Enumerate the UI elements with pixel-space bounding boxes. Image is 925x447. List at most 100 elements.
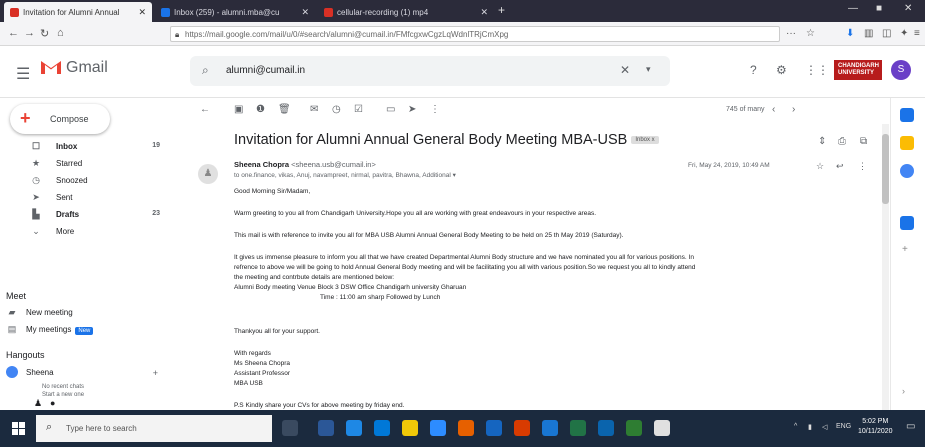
meet-new-meeting[interactable]: ▰ New meeting [0, 304, 182, 321]
mail-favicon-icon [161, 7, 170, 17]
word-app-icon[interactable] [318, 420, 334, 436]
sidebar-item-inbox[interactable]: ☐ Inbox 19 [0, 138, 182, 155]
compose-button[interactable]: + Compose [10, 104, 110, 134]
calendar-app-icon[interactable] [900, 108, 914, 122]
download-icon[interactable]: ⬇ [846, 28, 854, 39]
edge-app-icon[interactable] [346, 420, 362, 436]
sidebar-item-sent[interactable]: ➤ Sent [0, 189, 182, 206]
bookmark-star-icon[interactable]: ☆ [806, 28, 815, 39]
recipients-line[interactable]: to one.finance, vikas, Anuj, navampreet,… [234, 171, 456, 179]
newer-icon[interactable]: ‹ [772, 104, 775, 115]
star-icon[interactable]: ☆ [816, 161, 824, 172]
outlook-app-icon[interactable] [598, 420, 614, 436]
tray-chevron-icon[interactable]: ^ [794, 423, 797, 430]
print-icon[interactable]: ⎙ [838, 136, 846, 147]
powerpoint-app-icon[interactable] [514, 420, 530, 436]
add-on-plus-icon[interactable]: + [902, 244, 908, 255]
older-icon[interactable]: › [792, 104, 795, 115]
mark-unread-icon[interactable]: ✉ [310, 104, 318, 115]
sender-avatar: ♟ [198, 164, 218, 184]
more-options-icon[interactable]: ⋮ [858, 161, 867, 172]
forward-icon[interactable]: → [24, 27, 35, 39]
library-icon[interactable]: ▥ [864, 28, 873, 39]
support-icon[interactable]: ? [750, 63, 757, 77]
network-icon[interactable]: ▮ [808, 423, 812, 431]
firefox-app-icon[interactable] [458, 420, 474, 436]
apps-grid-icon[interactable]: ⋮⋮ [805, 63, 829, 77]
search-box[interactable]: ⌕ alumni@cumail.in ✕ ▾ [190, 56, 670, 86]
move-to-icon[interactable]: ▭ [386, 104, 395, 115]
reload-icon[interactable]: ↻ [40, 27, 49, 40]
app-icon[interactable] [654, 420, 670, 436]
gmail-logo-icon[interactable] [40, 58, 62, 75]
meet-my-meetings[interactable]: ▤ My meetings New [0, 321, 182, 338]
taskbar-clock[interactable]: 5:02 PM 10/11/2020 [858, 417, 893, 437]
expand-panel-icon[interactable]: › [902, 386, 905, 396]
browser-tab[interactable]: Inbox (259) - alumni.mba@cu ✕ [155, 2, 315, 22]
inbox-label-tag[interactable]: Inbox x [631, 136, 659, 145]
file-explorer-icon[interactable] [402, 420, 418, 436]
main-menu-icon[interactable]: ☰ [16, 64, 30, 84]
sidebar-item-snoozed[interactable]: ◷ Snoozed [0, 172, 182, 189]
scrollbar[interactable] [882, 124, 889, 410]
task-view-icon[interactable] [282, 420, 298, 436]
url-field[interactable]: 🔒︎ https://mail.google.com/mail/u/0/#sea… [170, 26, 780, 42]
home-icon[interactable]: ⌂ [57, 27, 64, 39]
taskbar-search-box[interactable]: ⌕ Type here to search [36, 415, 272, 442]
person-icon[interactable]: ♟ [34, 398, 42, 409]
excel-app-icon[interactable] [570, 420, 586, 436]
close-icon[interactable]: ✕ [480, 7, 488, 18]
sidebar-item-starred[interactable]: ★ Starred [0, 155, 182, 172]
clear-search-icon[interactable]: ✕ [620, 63, 630, 77]
add-task-icon[interactable]: ☑ [354, 104, 363, 115]
windows-start-icon[interactable] [12, 422, 26, 436]
back-icon[interactable]: ← [8, 27, 19, 39]
sender-name[interactable]: Sheena Chopra [234, 160, 289, 169]
snooze-icon[interactable]: ◷ [332, 104, 341, 115]
address-bar-row: ← → ↻ ⌂ 🔒︎ https://mail.google.com/mail/… [0, 22, 925, 46]
chrome-app-icon[interactable] [542, 420, 558, 436]
close-icon[interactable]: ✕ [138, 7, 146, 18]
new-tab-icon[interactable]: + [498, 3, 505, 17]
delete-icon[interactable]: 🗑︎ [278, 104, 291, 115]
sidebar-item-more[interactable]: ⌄ More [0, 223, 182, 240]
tasks-app-icon[interactable] [900, 164, 914, 178]
close-icon[interactable]: ✕ [301, 7, 309, 18]
search-input[interactable]: alumni@cumail.in [226, 65, 305, 76]
search-options-icon[interactable]: ▾ [646, 64, 651, 75]
expand-all-icon[interactable]: ⇕ [818, 136, 826, 147]
open-new-window-icon[interactable]: ⧉ [860, 136, 867, 147]
account-avatar[interactable]: S [891, 60, 911, 80]
scrollbar-thumb[interactable] [882, 134, 889, 204]
sidebar-icon[interactable]: ◫ [882, 28, 891, 39]
add-chat-icon[interactable]: + [153, 368, 158, 378]
minimize-icon[interactable]: — [848, 3, 858, 14]
more-options-icon[interactable]: ⋮ [430, 104, 440, 115]
back-to-search-icon[interactable]: ← [200, 104, 210, 115]
sidebar-item-drafts[interactable]: ▙ Drafts 23 [0, 206, 182, 223]
browser-tab[interactable]: cellular-recording (1) mp4 ✕ [318, 2, 494, 22]
keep-app-icon[interactable] [900, 136, 914, 150]
app-icon[interactable] [486, 420, 502, 436]
search-icon[interactable]: ⌕ [202, 63, 209, 78]
language-icon[interactable]: ENG [836, 423, 851, 430]
menu-icon[interactable]: ≡ [914, 28, 920, 39]
archive-icon[interactable]: ▣ [234, 104, 243, 115]
store-app-icon[interactable] [374, 420, 390, 436]
hangouts-user[interactable]: Sheena + [0, 364, 182, 381]
label-icon[interactable]: ➤ [408, 104, 416, 115]
settings-gear-icon[interactable]: ⚙ [776, 63, 787, 77]
reply-icon[interactable]: ↩ [836, 161, 844, 172]
maximize-icon[interactable]: ■ [876, 3, 882, 14]
close-window-icon[interactable]: ✕ [904, 3, 912, 14]
zoom-app-icon[interactable] [430, 420, 446, 436]
extensions-icon[interactable]: ✦ [900, 28, 908, 39]
more-icon[interactable]: ··· [786, 28, 796, 39]
browser-tab[interactable]: Invitation for Alumni Annual ✕ [4, 2, 152, 22]
report-spam-icon[interactable]: ❶ [256, 104, 265, 115]
volume-icon[interactable]: ◁ [822, 423, 827, 431]
meet-app-icon[interactable] [900, 216, 914, 230]
app-icon[interactable] [626, 420, 642, 436]
notification-icon[interactable]: ▭ [906, 421, 915, 432]
location-icon[interactable]: ● [50, 398, 55, 408]
